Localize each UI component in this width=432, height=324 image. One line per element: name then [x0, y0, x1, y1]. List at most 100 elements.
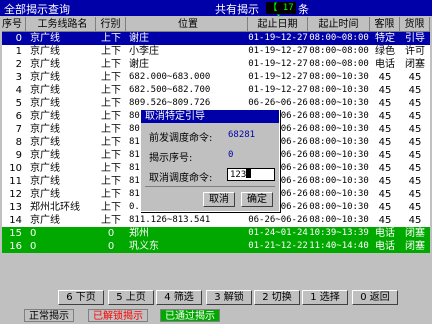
- fkey-2-button[interactable]: 2 切换: [254, 290, 300, 305]
- fkey-5-button[interactable]: 5 上页: [108, 290, 154, 305]
- cell-dir: 上下: [101, 59, 121, 70]
- cell-frt: 45: [408, 150, 422, 161]
- fkey-label: 解锁: [223, 292, 244, 303]
- cell-no: 8: [15, 137, 22, 148]
- cancel-button[interactable]: 取消: [203, 192, 235, 207]
- cell-pass: 45: [378, 202, 392, 213]
- col-header-dir[interactable]: 行别: [96, 17, 126, 32]
- cell-no: 7: [15, 124, 22, 135]
- fkey-label: 切换: [271, 292, 292, 303]
- cell-no: 14: [9, 215, 22, 226]
- cell-time: 08:00~10:30: [309, 189, 369, 199]
- cell-date: 01-19~12-27: [248, 59, 308, 69]
- col-header-line[interactable]: 工务线路名: [26, 17, 96, 32]
- cell-time: 08:00~10:30: [309, 72, 369, 82]
- fkey-1-button[interactable]: 1 选择: [302, 290, 348, 305]
- cell-pos: 682.500~682.700: [129, 85, 211, 95]
- table-row[interactable]: 14 京广线 上下 811.126~813.541 06-26~06-26 08:00~1…: [2, 214, 430, 227]
- cell-dir: 上下: [101, 176, 121, 187]
- seq-value: 0: [228, 150, 234, 160]
- col-header-frt[interactable]: 货限: [400, 17, 430, 32]
- table-row[interactable]: 4 京广线 上下 682.500~682.700 01-19~12-27 08:00~10…: [2, 84, 430, 97]
- cancel-cmd-value: 123: [230, 170, 247, 180]
- fkey-4-button[interactable]: 4 筛选: [156, 290, 202, 305]
- window-title: 全部揭示查询: [4, 3, 70, 16]
- legend-normal: 正常揭示: [24, 309, 74, 322]
- cell-line: 0: [30, 241, 37, 252]
- fkey-0-button[interactable]: 0 返回: [352, 290, 398, 305]
- table-row[interactable]: 0 京广线 上下 谢庄 01-19~12-27 08:00~08:00 特定 引导: [2, 32, 430, 45]
- cell-frt: 45: [408, 202, 422, 213]
- cell-dir: 上下: [101, 163, 121, 174]
- cell-pass: 45: [378, 124, 392, 135]
- fkey-number: 5: [116, 292, 123, 303]
- cell-dir: 上下: [101, 202, 121, 213]
- cell-no: 15: [9, 228, 22, 239]
- cell-time: 08:00~10:30: [309, 176, 369, 186]
- cell-dir: 上下: [101, 98, 121, 109]
- text-cursor: [246, 169, 252, 178]
- cell-frt: 45: [408, 111, 422, 122]
- cell-line: 京广线: [30, 72, 60, 83]
- cell-line: 0: [30, 228, 37, 239]
- cell-time: 08:00~08:00: [309, 59, 369, 69]
- cell-time: 08:00~10:30: [309, 124, 369, 134]
- col-header-pos[interactable]: 位置: [126, 17, 248, 32]
- cell-frt: 闭塞: [405, 228, 425, 239]
- table-row[interactable]: 3 京广线 上下 682.000~683.000 01-19~12-27 08:00~10…: [2, 71, 430, 84]
- confirm-button[interactable]: 确定: [241, 192, 273, 207]
- cell-time: 08:00~10:30: [309, 215, 369, 225]
- cell-pos: 巩义东: [129, 241, 159, 252]
- count-value: 【 17 】: [266, 2, 296, 25]
- fkey-number: 3: [214, 292, 221, 303]
- cell-dir: 上下: [101, 85, 121, 96]
- cell-line: 京广线: [30, 85, 60, 96]
- table-row[interactable]: 2 京广线 上下 谢庄 01-19~12-27 08:00~08:00 电话 闭塞: [2, 58, 430, 71]
- col-header-pass[interactable]: 客限: [370, 17, 400, 32]
- cancel-guide-dialog: 取消特定引导 前发调度命令: 68281 揭示序号: 0 取消调度命令: 123…: [140, 109, 280, 212]
- cell-pos: 郑州: [129, 228, 149, 239]
- col-header-date[interactable]: 起止日期: [248, 17, 308, 32]
- function-key-bar: 6 下页 5 上页 4 筛选 3 解锁 2 切换 1 选择 0 返回: [0, 290, 432, 306]
- col-header-time[interactable]: 起止时间: [308, 17, 370, 32]
- cell-no: 10: [9, 163, 22, 174]
- col-header-no[interactable]: 序号: [2, 17, 26, 32]
- table-row[interactable]: 15 0 0 郑州 01-24~01-24 10:39~13:39 电话 闭塞: [2, 227, 430, 240]
- cell-time: 08:00~10:30: [309, 111, 369, 121]
- count-unit: 条: [298, 3, 309, 16]
- count-label: 共有揭示: [215, 3, 259, 16]
- cell-no: 1: [15, 46, 22, 57]
- dialog-divider: [145, 186, 275, 187]
- fkey-3-button[interactable]: 3 解锁: [206, 290, 252, 305]
- fkey-label: 筛选: [173, 292, 194, 303]
- cell-time: 08:00~10:30: [309, 202, 369, 212]
- cell-dir: 上下: [101, 124, 121, 135]
- cell-time: 08:00~10:30: [309, 163, 369, 173]
- cell-pass: 电话: [375, 59, 395, 70]
- table-row[interactable]: 16 0 0 巩义东 01-21~12-22 11:40~14:40 电话 闭塞: [2, 240, 430, 253]
- cell-no: 13: [9, 202, 22, 213]
- cell-pass: 45: [378, 163, 392, 174]
- table-row[interactable]: 1 京广线 上下 小李庄 01-19~12-27 08:00~08:00 绿色 许可: [2, 45, 430, 58]
- cell-no: 16: [9, 241, 22, 252]
- cell-line: 京广线: [30, 163, 60, 174]
- fkey-6-button[interactable]: 6 下页: [58, 290, 104, 305]
- cell-date: 01-19~12-27: [248, 72, 308, 82]
- cell-pass: 绿色: [375, 46, 395, 57]
- cancel-cmd-input[interactable]: 123: [227, 168, 275, 181]
- cell-dir: 上下: [101, 111, 121, 122]
- legend-passed: 已通过揭示: [160, 309, 220, 322]
- cell-dir: 上下: [101, 33, 121, 44]
- cell-dir: 上下: [101, 137, 121, 148]
- cell-no: 3: [15, 72, 22, 83]
- cell-dir: 上下: [101, 189, 121, 200]
- cell-frt: 45: [408, 124, 422, 135]
- cell-date: 06-26~06-26: [248, 215, 308, 225]
- cell-line: 京广线: [30, 98, 60, 109]
- cell-time: 10:39~13:39: [309, 228, 369, 238]
- cell-pass: 45: [378, 85, 392, 96]
- cell-line: 京广线: [30, 124, 60, 135]
- cell-line: 京广线: [30, 176, 60, 187]
- cell-frt: 45: [408, 98, 422, 109]
- fkey-label: 上页: [125, 292, 146, 303]
